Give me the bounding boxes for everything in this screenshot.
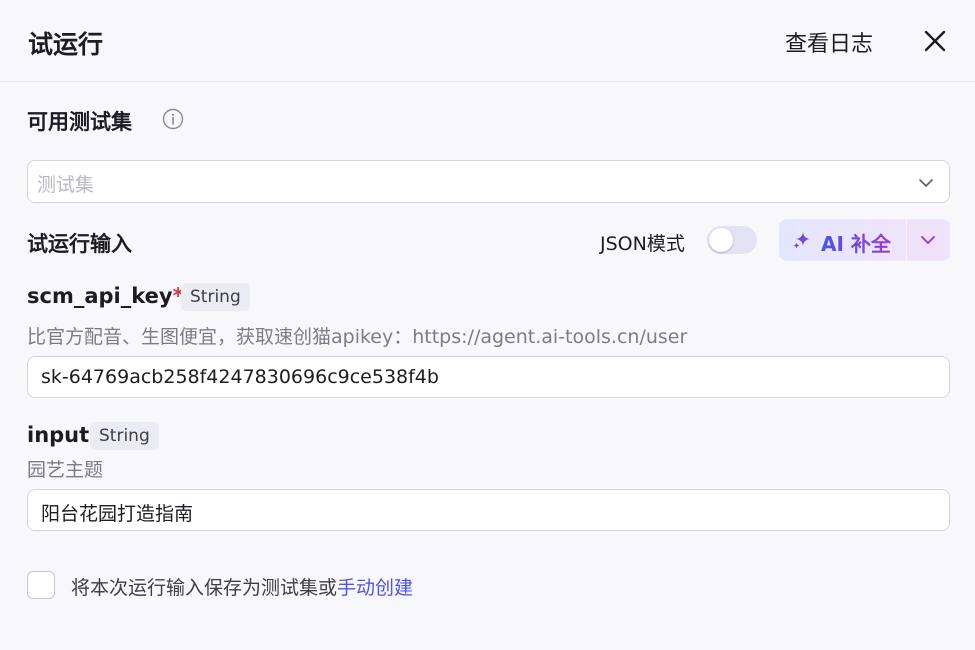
run-input-label: 试运行输入 xyxy=(27,232,132,256)
chevron-down-icon xyxy=(921,236,935,244)
field-name: input xyxy=(27,423,90,447)
manual-create-link[interactable]: 手动创建 xyxy=(337,577,413,599)
input-field[interactable]: 阳台花园打造指南 xyxy=(27,489,950,531)
ai-complete-dropdown[interactable] xyxy=(907,219,950,261)
json-mode-toggle[interactable] xyxy=(707,226,757,254)
type-tag: String xyxy=(90,422,159,450)
field-name-text: scm_api_key xyxy=(27,284,173,308)
view-log-button[interactable]: 查看日志 xyxy=(785,26,873,58)
field-name: scm_api_key* xyxy=(27,284,184,308)
save-text: 将本次运行输入保存为测试集或 xyxy=(71,577,338,599)
save-as-test-set-label: 将本次运行输入保存为测试集或手动创建 xyxy=(71,573,413,600)
save-as-test-set-checkbox[interactable] xyxy=(27,571,55,599)
field-description: 园艺主题 xyxy=(27,459,104,481)
type-tag: String xyxy=(181,283,250,311)
sparkle-icon xyxy=(793,232,810,249)
info-icon[interactable] xyxy=(162,108,184,130)
test-set-select[interactable]: 测试集 xyxy=(27,160,950,203)
close-icon[interactable] xyxy=(920,26,950,56)
chevron-down-icon xyxy=(919,179,933,187)
scm-api-key-input[interactable]: sk-64769acb258f4247830696c9ce538f4b xyxy=(27,356,950,398)
test-set-placeholder: 测试集 xyxy=(37,174,95,196)
ai-complete-label: AI 补全 xyxy=(821,228,891,257)
json-mode-label: JSON模式 xyxy=(600,233,685,255)
dialog-header: 试运行 查看日志 xyxy=(0,0,975,82)
ai-complete-button[interactable]: AI 补全 xyxy=(779,219,906,261)
field-description: 比官方配音、生图便宜，获取速创猫apikey：https://agent.ai-… xyxy=(27,326,688,348)
toggle-knob xyxy=(709,228,733,252)
test-set-label: 可用测试集 xyxy=(27,110,132,134)
dialog-title: 试运行 xyxy=(28,30,104,59)
